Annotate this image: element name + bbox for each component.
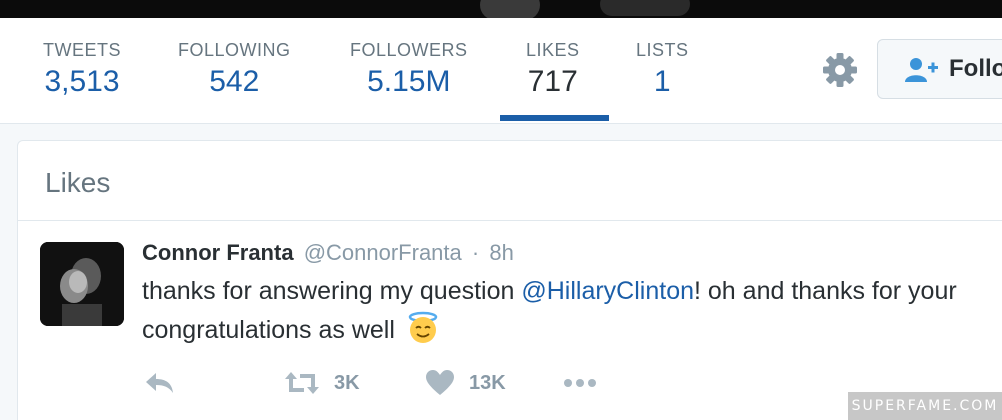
more-action[interactable]	[563, 365, 597, 401]
divider	[18, 220, 1002, 221]
stat-tweets[interactable]: TWEETS 3,513	[43, 40, 121, 99]
tweet-header: Connor Franta @ConnorFranta · 8h	[142, 240, 514, 266]
stat-label: LISTS	[636, 40, 689, 60]
smiling-face-with-halo-icon	[408, 311, 438, 343]
reply-action[interactable]	[144, 365, 176, 401]
stat-following[interactable]: FOLLOWING 542	[178, 40, 291, 99]
profile-cover-image	[0, 0, 1002, 18]
reply-icon	[146, 373, 173, 393]
gear-icon[interactable]	[822, 52, 858, 88]
add-user-icon	[905, 58, 938, 82]
active-tab-indicator	[500, 115, 609, 121]
avatar[interactable]	[40, 242, 124, 326]
cover-shape	[600, 0, 690, 16]
tweet-timestamp[interactable]: 8h	[489, 240, 513, 265]
retweet-count: 3K	[334, 371, 360, 394]
stat-label: FOLLOWERS	[350, 40, 468, 60]
like-count: 13K	[469, 371, 506, 394]
tweet-text-part: thanks for answering my question	[142, 277, 522, 305]
stat-value: 1	[653, 65, 671, 98]
stat-label: TWEETS	[43, 40, 121, 60]
author-handle[interactable]: @ConnorFranta	[304, 240, 462, 265]
likes-card: Likes Connor Franta @ConnorFranta · 8h t…	[17, 140, 1002, 420]
author-name[interactable]: Connor Franta	[142, 240, 294, 265]
stat-likes[interactable]: LIKES 717	[526, 40, 580, 99]
stat-value: 3,513	[44, 65, 120, 98]
likes-title: Likes	[45, 167, 111, 198]
avatar-photo	[40, 242, 124, 326]
like-action[interactable]: 13K	[425, 365, 506, 401]
profile-nav-bar: TWEETS 3,513 FOLLOWING 542 FOLLOWERS 5.1…	[0, 18, 1002, 124]
stat-label: LIKES	[526, 40, 580, 60]
follow-button[interactable]: Follo	[877, 39, 1002, 99]
heart-icon	[426, 370, 454, 395]
tweet-text: thanks for answering my question @Hillar…	[142, 272, 1002, 349]
stat-label: FOLLOWING	[178, 40, 291, 60]
stat-value: 542	[209, 65, 260, 98]
separator: ·	[471, 240, 480, 265]
stat-value: 5.15M	[367, 65, 451, 98]
stat-followers[interactable]: FOLLOWERS 5.15M	[350, 40, 468, 99]
mention-link[interactable]: @HillaryClinton	[521, 277, 694, 305]
watermark: SUPERFAME.COM	[848, 392, 1002, 420]
retweet-icon	[285, 372, 319, 394]
more-icon	[564, 379, 596, 387]
retweet-action[interactable]: 3K	[284, 365, 360, 401]
cover-shape	[480, 0, 540, 18]
stat-value: 717	[527, 65, 578, 98]
follow-button-label: Follo	[949, 55, 1002, 82]
stat-lists[interactable]: LISTS 1	[636, 40, 689, 99]
